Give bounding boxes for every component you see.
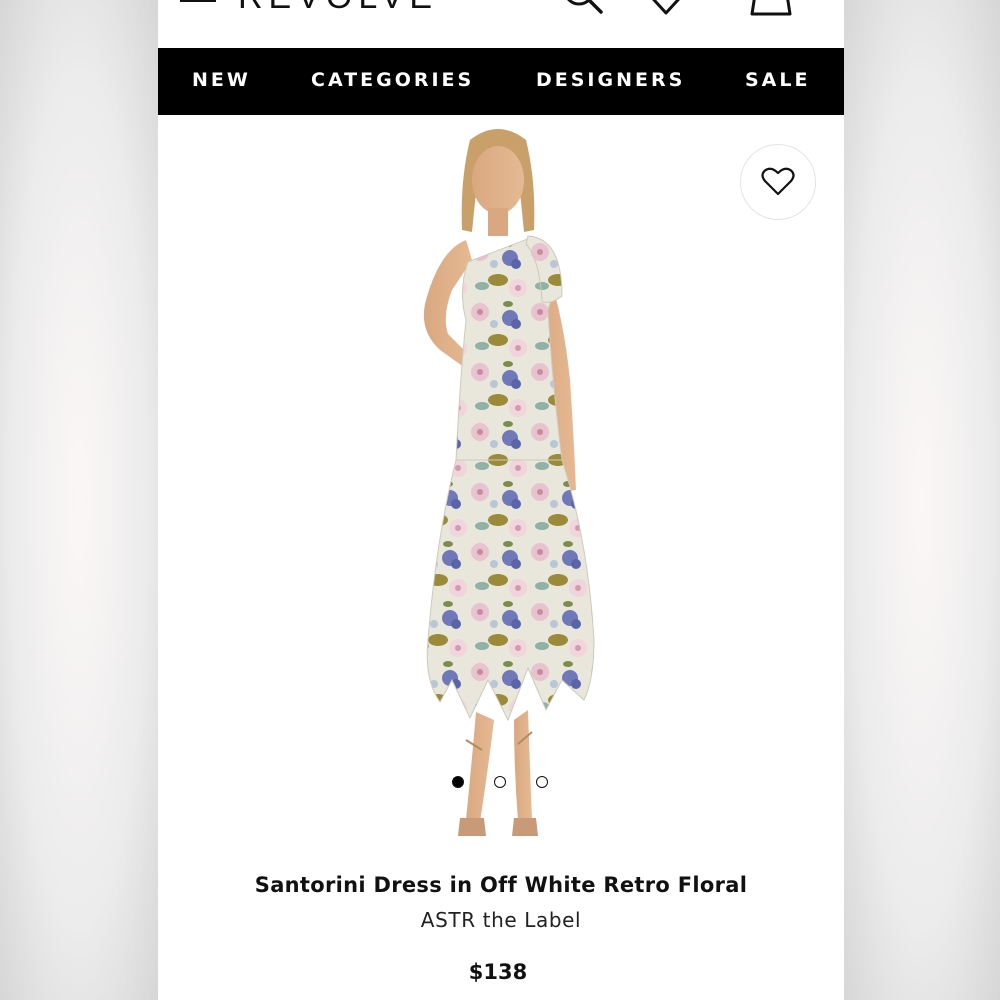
main-nav: NEW CATEGORIES DESIGNERS SALE (158, 48, 844, 115)
background-right (844, 0, 1000, 1000)
add-to-wishlist-button[interactable] (740, 144, 816, 220)
carousel-dot-1[interactable] (452, 776, 464, 788)
product-title: Santorini Dress in Off White Retro Flora… (254, 873, 748, 897)
brand-logo[interactable]: REVOLVE (238, 0, 438, 17)
product-image-carousel[interactable] (158, 115, 844, 860)
carousel-dot-2[interactable] (494, 776, 506, 788)
phone-screen: REVOLVE NEW CATEGORIES DESIGNERS SALE (158, 0, 844, 1000)
nav-item-categories[interactable]: CATEGORIES (311, 69, 474, 91)
carousel-dot-3[interactable] (536, 776, 548, 788)
heart-icon[interactable] (643, 0, 689, 18)
nav-item-new[interactable]: NEW (192, 69, 251, 91)
carousel-indicators (450, 776, 560, 792)
nav-item-designers[interactable]: DESIGNERS (536, 69, 685, 91)
search-icon[interactable] (561, 0, 607, 18)
product-price: $138 (468, 960, 528, 984)
background-left (0, 0, 158, 1000)
product-photo (423, 129, 595, 836)
top-header: REVOLVE (158, 0, 844, 48)
product-brand-link[interactable]: ASTR the Label (158, 908, 844, 932)
heart-icon (761, 167, 795, 196)
nav-item-sale[interactable]: SALE (745, 69, 810, 91)
menu-icon[interactable] (180, 0, 216, 8)
bag-icon[interactable] (748, 0, 794, 18)
